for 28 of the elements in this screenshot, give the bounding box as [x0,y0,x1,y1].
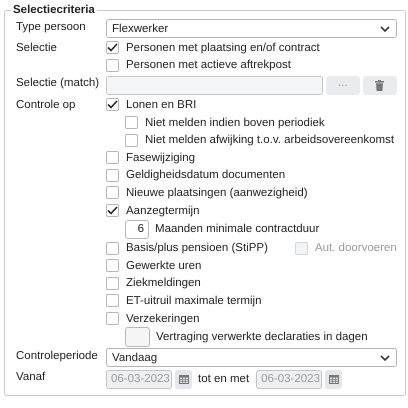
checkbox-label: Niet melden indien boven periodiek [145,116,325,129]
field-label: Controle op [16,98,76,114]
number-field[interactable]: 6 [125,220,149,239]
checkbox-label: Aanzegtermijn [126,204,200,217]
checkbox-label: Niet melden afwijking t.o.v. arbeidsovereenkomst [145,134,394,146]
checkbox-label: Personen met plaatsing en/of contract [126,42,320,54]
checkbox-label: Verzekeringen [126,312,200,325]
checkbox-label: Aut. doorvoeren [314,242,397,254]
checkbox-label: Lonen en BRI [126,98,196,111]
checkbox-label: Nieuwe plaatsingen (aanwezigheid) [126,186,308,199]
checkbox-label: Gewerkte uren [126,260,202,272]
range-separator: tot en met [198,373,250,386]
field-label: Type persoon [16,20,87,35]
checkbox-label: Ziekmeldingen [126,277,201,290]
checkbox-label: Geldigheidsdatum documenten [126,169,286,182]
checkbox-label: ET-uitruil maximale termijn [126,294,262,307]
dropdown[interactable]: Vandaag [106,348,397,368]
panel-title: Selectiecriteria [12,4,96,16]
field-label: Selectie (match) [16,76,100,92]
field-label: Controleperiode [16,349,99,364]
checkbox-label: Fasewijziging [126,152,196,164]
field-label: Selectie [16,41,58,56]
dropdown[interactable]: Flexwerker [106,19,397,38]
field-label: Vanaf [16,370,46,386]
checkbox-label: Basis/plus pensioen (StiPP) [126,242,268,254]
field-label: Maanden minimale contractduur [155,223,320,236]
checkbox-label: Personen met actieve aftrekpost [126,59,291,72]
field-label: Vertraging verwerkte declaraties in dagen [156,331,368,344]
